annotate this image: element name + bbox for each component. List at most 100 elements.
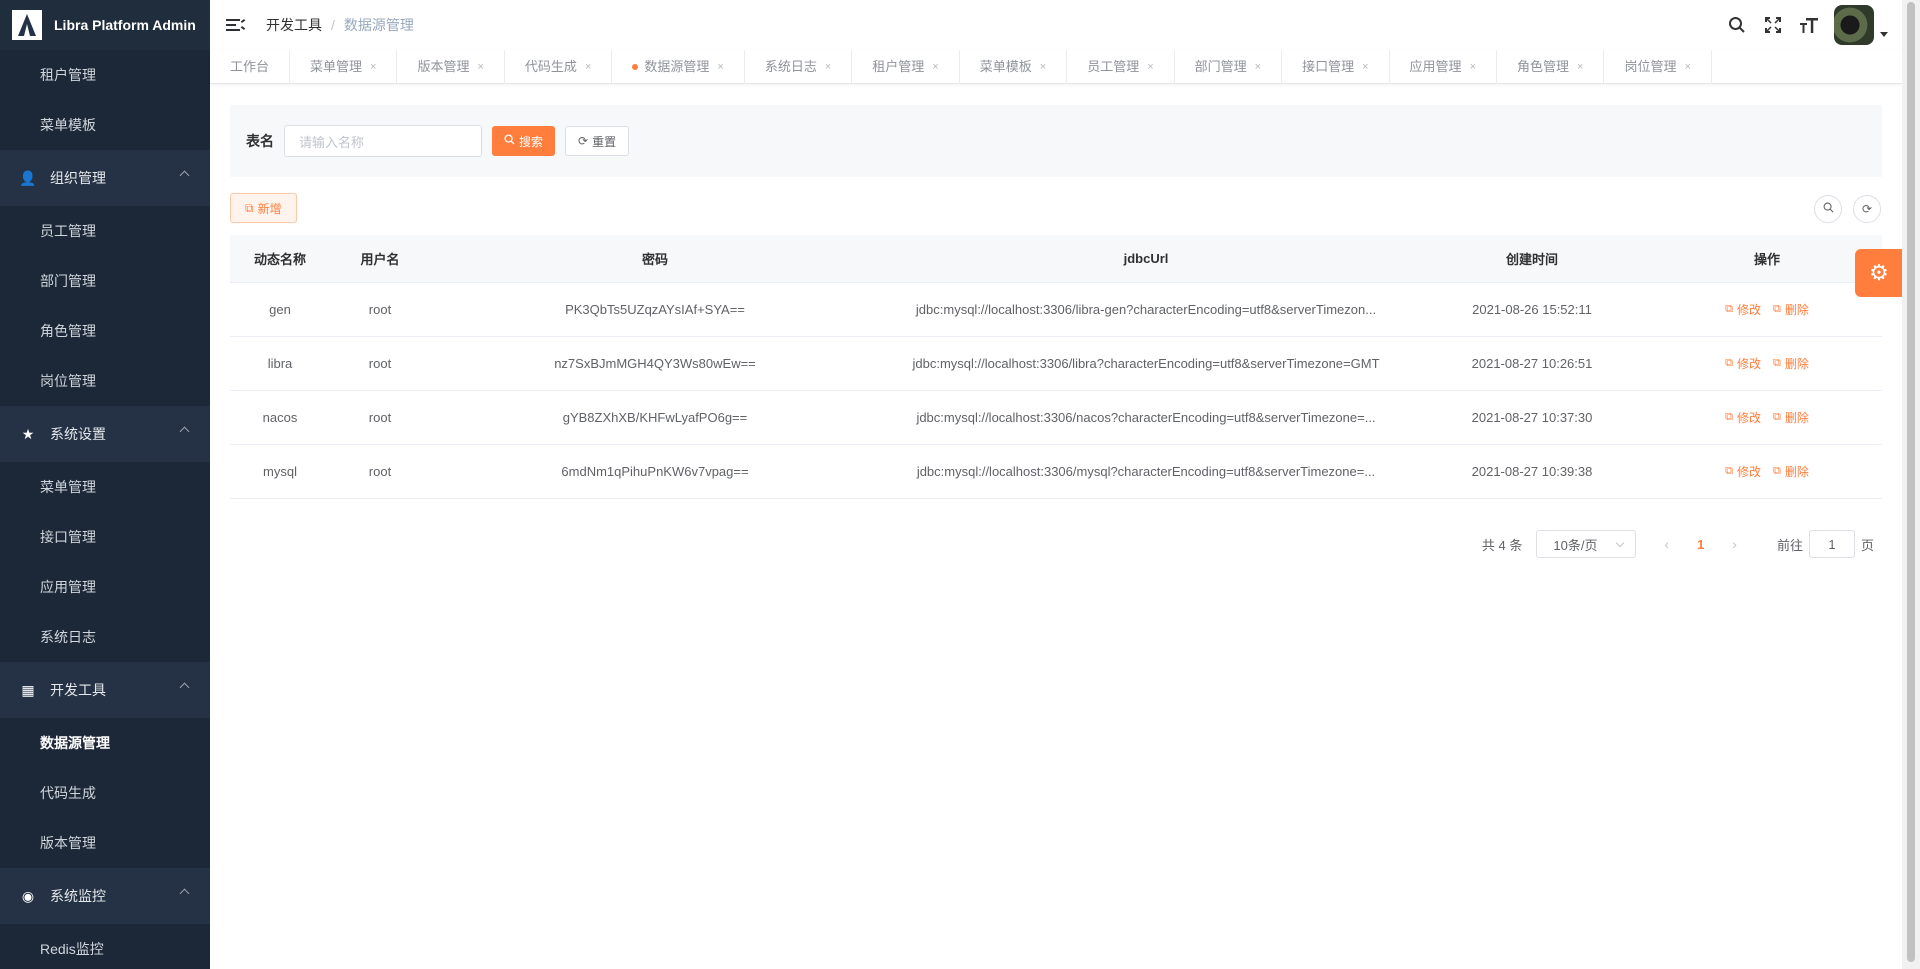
settings-button[interactable]: ⚙ — [1855, 249, 1903, 297]
grid-icon: ▦ — [21, 682, 35, 698]
search-icon[interactable] — [1726, 14, 1748, 36]
edit-button-label: 修改 — [1736, 357, 1761, 371]
edit-button[interactable]: ⧉ 修改 — [1725, 463, 1761, 480]
tag-item[interactable]: 角色管理 × — [1497, 49, 1605, 84]
table-cell: gYB8ZXhXB/KHFwLyafPO6g== — [562, 410, 748, 425]
delete-button[interactable]: ⧉ 删除 — [1773, 409, 1809, 426]
chevron-down-icon[interactable] — [1880, 31, 1888, 37]
sidebar-item[interactable]: 租户管理 — [0, 50, 210, 100]
close-icon[interactable]: × — [1362, 50, 1368, 84]
table-cell: libra — [267, 356, 293, 371]
sidebar-item[interactable]: 岗位管理 — [0, 356, 210, 406]
sidebar-item[interactable]: 版本管理 — [0, 818, 210, 868]
close-icon[interactable]: × — [1577, 50, 1583, 84]
goto-prefix: 前往 — [1776, 537, 1803, 553]
tag-item[interactable]: 数据源管理 × — [612, 49, 745, 84]
table-cell-actions: ⧉ 修改 ⧉ 删除 — [1652, 463, 1882, 480]
toggle-search-button[interactable] — [1814, 195, 1842, 223]
sidebar-item[interactable]: 系统日志 — [0, 612, 210, 662]
delete-button[interactable]: ⧉ 删除 — [1773, 301, 1809, 318]
sidebar-item[interactable]: 数据源管理 — [0, 718, 210, 768]
page-number[interactable]: 1 — [1697, 537, 1704, 552]
tag-label: 员工管理 — [1087, 58, 1140, 74]
tag-item[interactable]: 岗位管理 × — [1604, 49, 1712, 84]
sidebar-group[interactable]: ▦ 开发工具 — [0, 662, 210, 718]
table-cell: mysql — [263, 464, 297, 479]
edit-button-label: 修改 — [1736, 303, 1761, 317]
edit-button[interactable]: ⧉ 修改 — [1725, 301, 1761, 318]
table-name-input[interactable]: 请输入名称 — [284, 125, 482, 157]
monitor-icon: ◉ — [21, 888, 35, 904]
copy-icon: ⧉ — [1773, 303, 1781, 315]
font-size-icon[interactable] — [1798, 14, 1820, 36]
sidebar-item[interactable]: 菜单模板 — [0, 100, 210, 150]
sidebar-item[interactable]: 菜单管理 — [0, 462, 210, 512]
logo[interactable]: Libra Platform Admin — [0, 0, 210, 50]
delete-button[interactable]: ⧉ 删除 — [1773, 355, 1809, 372]
tag-item[interactable]: 菜单管理 × — [290, 49, 398, 84]
reset-button[interactable]: ⟳ 重置 — [565, 126, 630, 156]
close-icon[interactable]: × — [1255, 50, 1261, 84]
delete-button[interactable]: ⧉ 删除 — [1773, 463, 1809, 480]
page-size-select[interactable]: 10条/页 — [1536, 530, 1637, 558]
column-header: 用户名 — [360, 252, 400, 267]
tag-label: 角色管理 — [1517, 58, 1570, 74]
close-icon[interactable]: × — [717, 50, 723, 84]
sidebar-item[interactable]: 员工管理 — [0, 206, 210, 256]
tag-item[interactable]: 版本管理 × — [397, 49, 505, 84]
tag-item[interactable]: 系统日志 × — [745, 49, 853, 84]
tag-item[interactable]: 部门管理 × — [1175, 49, 1283, 84]
hamburger-icon[interactable] — [226, 17, 246, 33]
close-icon[interactable]: × — [1147, 50, 1153, 84]
avatar[interactable] — [1834, 5, 1874, 45]
table-cell: 2021-08-27 10:39:38 — [1471, 464, 1593, 479]
copy-icon: ⧉ — [1773, 411, 1781, 423]
edit-button[interactable]: ⧉ 修改 — [1725, 355, 1761, 372]
search-button-label: 搜索 — [519, 134, 544, 149]
tag-label: 版本管理 — [417, 58, 470, 74]
close-icon[interactable]: × — [932, 50, 938, 84]
close-icon[interactable]: × — [585, 50, 591, 84]
add-button[interactable]: ⧉ 新增 — [230, 193, 297, 223]
edit-button[interactable]: ⧉ 修改 — [1725, 409, 1761, 426]
tag-item[interactable]: 租户管理 × — [852, 49, 960, 84]
sidebar-group-label: 组织管理 — [50, 170, 106, 186]
close-icon[interactable]: × — [1040, 50, 1046, 84]
tag-item[interactable]: 工作台 — [210, 49, 291, 84]
tag-item[interactable]: 代码生成 × — [505, 49, 613, 84]
prev-page-icon[interactable]: ‹ — [1664, 536, 1669, 552]
sidebar-item[interactable]: 接口管理 — [0, 512, 210, 562]
sidebar-group[interactable]: ◉ 系统监控 — [0, 868, 210, 924]
tag-item[interactable]: 应用管理 × — [1390, 49, 1497, 84]
sidebar-group[interactable]: 👤 组织管理 — [0, 150, 210, 206]
fullscreen-icon[interactable] — [1762, 14, 1784, 36]
close-icon[interactable]: × — [825, 50, 831, 84]
scrollbar-thumb[interactable] — [1907, 2, 1915, 962]
datasource-table: 动态名称 用户名 密码 jdbcUrl 创建时间 操作 gen root PK3Qb… — [230, 235, 1882, 499]
next-page-icon[interactable]: › — [1732, 536, 1737, 552]
close-icon[interactable]: × — [477, 50, 483, 84]
sidebar-item[interactable]: 角色管理 — [0, 306, 210, 356]
table-cell: 6mdNm1qPihuPnKW6v7vpag== — [561, 464, 749, 479]
search-button[interactable]: 搜索 — [492, 126, 556, 156]
tag-label: 部门管理 — [1194, 58, 1247, 74]
scrollbar[interactable] — [1902, 0, 1920, 969]
sidebar-item[interactable]: 代码生成 — [0, 768, 210, 818]
sidebar-group[interactable]: ★ 系统设置 — [0, 406, 210, 462]
refresh-button[interactable]: ⟳ — [1853, 195, 1881, 223]
table-cell: jdbc:mysql://localhost:3306/libra-gen?ch… — [915, 302, 1377, 317]
table-cell: PK3QbTs5UZqzAYsIAf+SYA== — [565, 302, 745, 317]
close-icon[interactable]: × — [1470, 50, 1476, 84]
sidebar-item[interactable]: 应用管理 — [0, 562, 210, 612]
column-header: 密码 — [641, 252, 668, 267]
tag-item[interactable]: 接口管理 × — [1282, 49, 1390, 84]
breadcrumb-item[interactable]: 开发工具 — [266, 15, 322, 35]
close-icon[interactable]: × — [370, 50, 376, 84]
tag-label: 菜单管理 — [310, 58, 363, 74]
goto-page-input[interactable]: 1 — [1808, 530, 1855, 558]
close-icon[interactable]: × — [1684, 50, 1690, 84]
tag-item[interactable]: 菜单模板 × — [960, 49, 1068, 84]
sidebar-item[interactable]: 部门管理 — [0, 256, 210, 306]
tag-item[interactable]: 员工管理 × — [1067, 49, 1175, 84]
sidebar-item[interactable]: Redis监控 — [0, 924, 210, 969]
